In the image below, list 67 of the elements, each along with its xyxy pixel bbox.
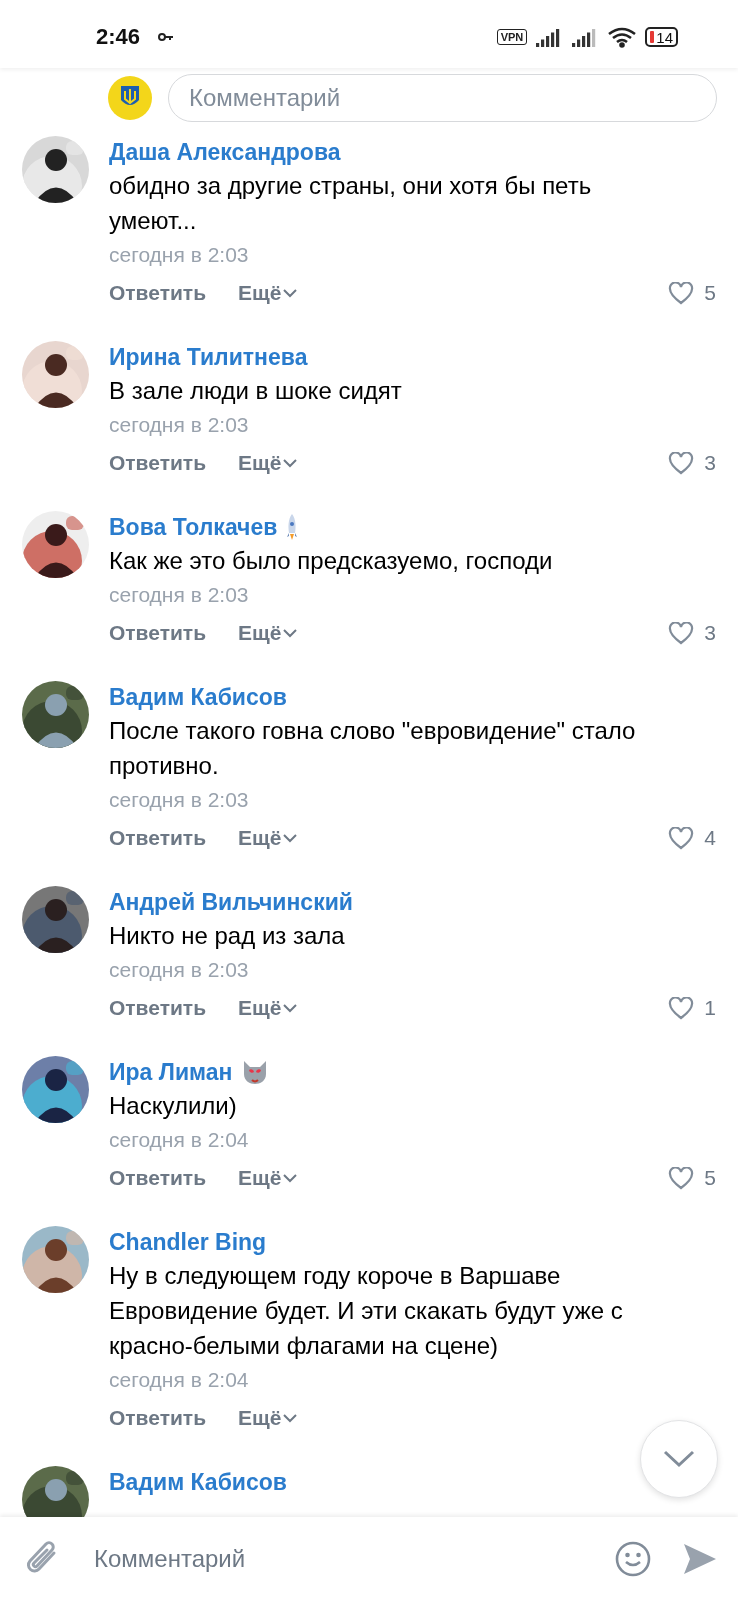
chevron-down-icon xyxy=(283,1413,298,1423)
status-time: 2:46 xyxy=(96,24,141,50)
heart-icon xyxy=(668,451,695,475)
comment-date: сегодня в 2:03 xyxy=(109,242,250,268)
vpn-indicator: VPN xyxy=(496,29,528,45)
comment-text: Никто не рад из зала xyxy=(109,921,346,951)
like-button[interactable]: 5 xyxy=(668,281,716,305)
more-button[interactable]: Ещё xyxy=(238,1406,298,1430)
chevron-down-icon xyxy=(283,833,298,843)
heart-icon xyxy=(668,281,695,305)
chevron-down-icon xyxy=(283,458,298,468)
reply-button[interactable]: Ответить xyxy=(109,281,207,305)
reply-button[interactable]: Ответить xyxy=(109,996,207,1020)
heart-icon xyxy=(668,996,695,1020)
author-name[interactable]: Вова Толкачев xyxy=(109,513,278,541)
send-icon[interactable] xyxy=(682,1541,718,1576)
comment-text: В зале люди в шоке сидят xyxy=(109,376,403,406)
more-button[interactable]: Ещё xyxy=(238,621,298,645)
more-button[interactable]: Ещё xyxy=(238,996,298,1020)
coat-of-arms-avatar xyxy=(108,76,152,120)
chevron-down-icon xyxy=(663,1450,695,1468)
comment-text: Наскулили) xyxy=(109,1091,238,1121)
wifi-icon xyxy=(607,26,638,48)
author-name[interactable]: Ира Лиман xyxy=(109,1058,233,1086)
comment-date: сегодня в 2:03 xyxy=(109,412,250,438)
more-button[interactable]: Ещё xyxy=(238,281,298,305)
author-name[interactable]: Андрей Вильчинский xyxy=(109,888,353,916)
chevron-down-icon xyxy=(283,1173,298,1183)
more-button[interactable]: Ещё xyxy=(238,826,298,850)
author-name[interactable]: Вадим Кабисов xyxy=(109,1468,287,1496)
comment-text: После такого говна слово "евровидение" стало противно. xyxy=(109,716,637,781)
more-button[interactable]: Ещё xyxy=(238,1166,298,1190)
rocket-icon xyxy=(285,513,300,541)
chevron-down-icon xyxy=(283,1003,298,1013)
comment-text: обидно за другие страны, они хотя бы петь умеют... xyxy=(109,171,593,236)
comment-input[interactable]: Комментарий xyxy=(92,1543,584,1574)
heart-icon xyxy=(668,621,695,645)
comment-text: Ну в следующем году короче в Варшаве Евровидение будет. И эти скакать будут уже с красно-белыми флагами на сцене) xyxy=(109,1261,624,1361)
chevron-down-icon xyxy=(283,288,298,298)
chevron-down-icon xyxy=(283,628,298,638)
like-button[interactable]: 4 xyxy=(668,826,716,850)
scroll-down-button[interactable] xyxy=(640,1420,718,1498)
like-button[interactable]: 3 xyxy=(668,451,716,475)
reply-button[interactable]: Ответить xyxy=(109,1166,207,1190)
key-icon xyxy=(158,32,175,42)
reply-button[interactable]: Ответить xyxy=(109,826,207,850)
author-name[interactable]: Даша Александрова xyxy=(109,138,341,166)
like-button[interactable]: 3 xyxy=(668,621,716,645)
like-button[interactable]: 1 xyxy=(668,996,716,1020)
author-name[interactable]: Ирина Тилитнева xyxy=(109,343,308,371)
reply-button[interactable]: Ответить xyxy=(109,621,207,645)
author-name[interactable]: Вадим Кабисов xyxy=(109,683,287,711)
comment-date: сегодня в 2:04 xyxy=(109,1127,250,1153)
comment-date: сегодня в 2:04 xyxy=(109,1367,250,1393)
comment-date: сегодня в 2:03 xyxy=(109,582,250,608)
comment-date: сегодня в 2:03 xyxy=(109,787,250,813)
battery-indicator: 14 xyxy=(645,27,678,47)
reply-button[interactable]: Ответить xyxy=(109,1406,207,1430)
comment-text: Как же это было предсказуемо, господи xyxy=(109,546,554,576)
author-name[interactable]: Chandler Bing xyxy=(109,1228,267,1256)
heart-icon xyxy=(668,826,695,850)
heart-icon xyxy=(668,1166,695,1190)
smiley-icon[interactable] xyxy=(614,1539,652,1578)
like-button[interactable]: 5 xyxy=(668,1166,716,1190)
comment-date: сегодня в 2:03 xyxy=(109,957,250,983)
more-button[interactable]: Ещё xyxy=(238,451,298,475)
reply-button[interactable]: Ответить xyxy=(109,451,207,475)
